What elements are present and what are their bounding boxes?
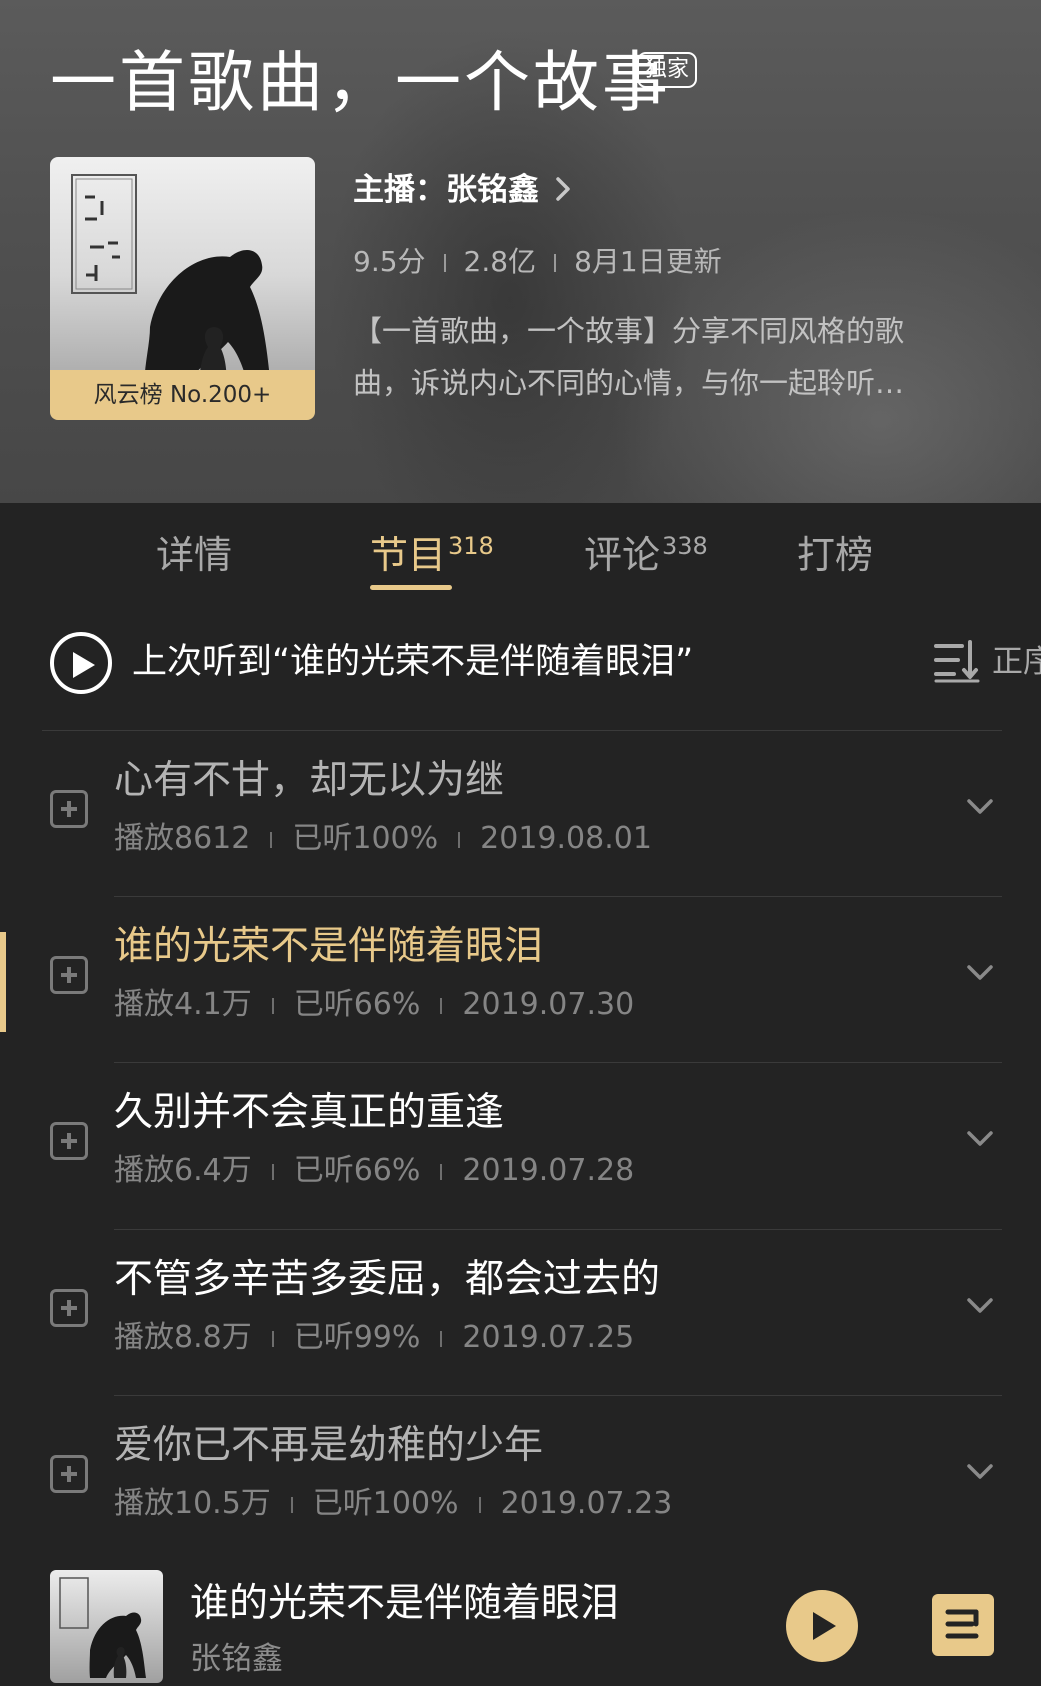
cover-artwork [59, 1577, 146, 1678]
meta-divider [271, 1330, 274, 1347]
episode-progress: 已听66% [293, 987, 421, 1022]
sort-button[interactable]: 正序 [882, 634, 1041, 690]
chevron-down-icon[interactable] [966, 964, 994, 982]
tab-comments[interactable]: 评论338 [584, 527, 708, 588]
chevron-down-icon[interactable] [966, 1297, 994, 1315]
add-to-playlist-icon[interactable] [50, 1455, 88, 1493]
episode-meta: 播放10.5万 已听100% 2019.07.23 [114, 1481, 672, 1527]
meta-divider [440, 997, 443, 1014]
episode-plays: 播放8.8万 [114, 1320, 252, 1355]
chevron-right-icon [555, 168, 571, 216]
episode-row[interactable]: 久别并不会真正的重逢 播放6.4万 已听66% 2019.07.28 [0, 1062, 1041, 1228]
album-header: 一首歌曲，一个故事 独家 风云榜 No.200+ 主播：张铭鑫 9.5分 2.8亿… [0, 0, 1041, 503]
tab-programs[interactable]: 节目318 [370, 527, 494, 588]
album-stats: 9.5分 2.8亿 8月1日更新 [353, 238, 722, 286]
meta-divider [270, 831, 273, 848]
description-line: 【一首歌曲，一个故事】分享不同风格的歌 [353, 314, 905, 348]
meta-divider [271, 1163, 274, 1180]
episode-plays: 播放6.4万 [114, 1153, 252, 1188]
episode-progress: 已听100% [292, 821, 439, 856]
episode-progress: 已听66% [293, 1153, 421, 1188]
episode-meta: 播放4.1万 已听66% 2019.07.30 [114, 982, 634, 1028]
add-to-playlist-icon[interactable] [50, 1289, 88, 1327]
episode-progress: 已听100% [312, 1486, 459, 1521]
play-count: 2.8亿 [463, 245, 537, 278]
meta-divider [458, 831, 461, 848]
tab-label: 节目 [370, 533, 447, 577]
active-tab-indicator [370, 585, 452, 590]
player-title: 谁的光荣不是伴随着眼泪 [190, 1581, 620, 1626]
episode-meta: 播放6.4万 已听66% 2019.07.28 [114, 1148, 634, 1194]
episode-title: 爱你已不再是幼稚的少年 [114, 1423, 544, 1468]
add-to-playlist-icon[interactable] [50, 956, 88, 994]
meta-divider [440, 1330, 443, 1347]
exclusive-badge: 独家 [637, 52, 697, 88]
episode-date: 2019.07.30 [462, 987, 635, 1022]
episode-progress: 已听99% [293, 1320, 421, 1355]
play-circle-icon[interactable] [50, 632, 112, 694]
meta-divider [478, 1496, 481, 1513]
episode-date: 2019.07.28 [462, 1153, 635, 1188]
chevron-down-icon[interactable] [966, 1130, 994, 1148]
tab-label: 详情 [156, 533, 233, 577]
episode-row[interactable]: 爱你已不再是幼稚的少年 播放10.5万 已听100% 2019.07.23 [0, 1395, 1041, 1561]
episode-plays: 播放10.5万 [114, 1486, 271, 1521]
episode-plays: 播放8612 [114, 821, 251, 856]
playlist-icon [945, 1609, 979, 1639]
episode-title: 心有不甘，却无以为继 [114, 758, 505, 803]
meta-divider [271, 997, 274, 1014]
episode-meta: 播放8.8万 已听99% 2019.07.25 [114, 1315, 634, 1361]
tab-label: 打榜 [797, 533, 874, 577]
episode-date: 2019.08.01 [480, 821, 652, 856]
player-cover[interactable] [50, 1570, 163, 1683]
meta-divider [440, 1163, 443, 1180]
description-line: 曲，诉说内心不同的心情，与你一起聆听… [353, 366, 905, 400]
add-to-playlist-icon[interactable] [50, 1122, 88, 1160]
score: 9.5分 [353, 245, 426, 278]
episode-row[interactable]: 谁的光荣不是伴随着眼泪 播放4.1万 已听66% 2019.07.30 [0, 896, 1041, 1062]
last-played-text: 上次听到“谁的光荣不是伴随着眼泪” [132, 642, 694, 682]
tab-details[interactable]: 详情 [156, 527, 232, 583]
stat-divider [554, 254, 557, 272]
sort-icon [934, 640, 980, 683]
tab-label: 评论 [584, 533, 661, 577]
stat-divider [443, 254, 446, 272]
album-description[interactable]: 【一首歌曲，一个故事】分享不同风格的歌 曲，诉说内心不同的心情，与你一起聆听… [353, 305, 993, 409]
mini-player[interactable]: 谁的光荣不是伴随着眼泪 张铭鑫 [0, 1548, 1041, 1686]
sort-label: 正序 [992, 644, 1041, 680]
rank-badge[interactable]: 风云榜 No.200+ [50, 370, 315, 420]
episode-row[interactable]: 心有不甘，却无以为继 播放8612 已听100% 2019.08.01 [0, 730, 1041, 896]
chevron-down-icon[interactable] [966, 798, 994, 816]
episode-meta: 播放8612 已听100% 2019.08.01 [114, 816, 652, 862]
episode-date: 2019.07.23 [500, 1486, 673, 1521]
episode-title: 久别并不会真正的重逢 [114, 1090, 505, 1135]
player-artist: 张铭鑫 [190, 1641, 283, 1677]
play-button[interactable] [786, 1590, 858, 1662]
tab-ranking[interactable]: 打榜 [797, 527, 873, 583]
tab-bar: 详情 节目318 评论338 打榜 [0, 503, 1041, 603]
episode-date: 2019.07.25 [462, 1320, 635, 1355]
update-date: 8月1日更新 [574, 245, 722, 278]
episode-row[interactable]: 不管多辛苦多委屈，都会过去的 播放8.8万 已听99% 2019.07.25 [0, 1229, 1041, 1395]
play-icon [813, 1612, 836, 1640]
last-played-row[interactable]: 上次听到“谁的光荣不是伴随着眼泪” 正序 [50, 630, 1041, 700]
anchor-label: 主播：张铭鑫 [353, 172, 539, 208]
add-to-playlist-icon[interactable] [50, 790, 88, 828]
episode-title: 不管多辛苦多委屈，都会过去的 [114, 1257, 661, 1302]
playlist-button[interactable] [932, 1594, 994, 1656]
meta-divider [290, 1496, 293, 1513]
chevron-down-icon[interactable] [966, 1463, 994, 1481]
episode-plays: 播放4.1万 [114, 987, 252, 1022]
tab-count: 318 [448, 532, 494, 560]
anchor-link[interactable]: 主播：张铭鑫 [353, 166, 571, 216]
episode-title: 谁的光荣不是伴随着眼泪 [114, 924, 544, 969]
tab-count: 338 [662, 532, 708, 560]
page-title: 一首歌曲，一个故事 [50, 44, 671, 121]
album-cover[interactable]: 风云榜 No.200+ [50, 157, 315, 420]
